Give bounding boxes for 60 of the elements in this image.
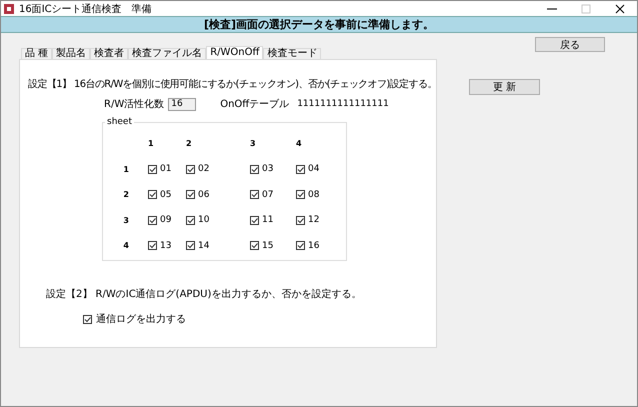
checkbox[interactable] [296,190,305,200]
tab[interactable]: 品 種 [21,48,52,59]
window-title: 16面ICシート通信検査 準備 [19,2,153,16]
checkbox-label: 12 [308,215,320,226]
column-header: 2 [186,139,193,148]
tab[interactable]: R/WOnOff [206,46,264,59]
checkbox-label: 03 [262,164,274,174]
checkbox[interactable] [148,241,157,250]
checkbox[interactable] [148,164,157,174]
checkbox-label: 10 [198,215,210,226]
checkbox-label: 04 [308,164,320,174]
checkbox-label: 05 [160,190,172,200]
checkbox-label: 01 [160,164,172,174]
back-button[interactable]: 戻る [535,37,605,52]
checkbox-label: 16 [308,240,320,251]
row-header: 3 [123,216,129,225]
checkbox-label: 02 [198,164,210,174]
checkbox[interactable] [250,164,259,174]
checkbox-label: 15 [262,240,274,251]
banner: [検査]画面の選択データを事前に準備します。 [1,16,637,33]
checkbox-label: 09 [160,215,172,226]
row-header: 1 [123,164,129,174]
checkbox-label: 07 [262,190,274,200]
column-header: 1 [148,139,155,148]
tab[interactable]: 検査者 [90,48,128,59]
group-title: sheet [106,117,133,127]
checkbox[interactable] [186,241,195,250]
checkbox[interactable] [296,241,305,250]
update-button[interactable]: 更 新 [469,79,540,95]
table-value: 1111111111111111 [297,99,389,109]
checkbox-label: 06 [198,190,210,200]
checkbox-label: 13 [160,240,172,251]
field-label: R/W活性化数 [104,98,164,111]
checkbox[interactable] [148,216,157,225]
setting-description: 設定【1】 16台のR/Wを個別に使用可能にするか(チェックオン)、否か(チェックオフ)設定する。 [28,78,437,91]
tab[interactable]: 製品名 [52,48,90,59]
checkbox[interactable] [250,190,259,200]
checkbox[interactable] [296,216,305,225]
checkbox[interactable] [186,216,195,225]
checkbox[interactable] [250,216,259,225]
checkbox-label: 14 [198,240,210,251]
checkbox[interactable] [148,190,157,200]
checkbox[interactable] [186,190,195,200]
column-header: 4 [296,139,303,148]
tab[interactable]: 検査ファイル名 [128,48,206,59]
checkbox[interactable] [250,241,259,250]
field-label: OnOffテーブル [220,98,290,111]
checkbox-label: 通信ログを出力する [96,312,186,326]
row-header: 4 [123,241,129,250]
checkbox[interactable] [296,164,305,174]
setting-description: 設定【2】 R/WのIC通信ログ(APDU)を出力するか、否かを設定する。 [46,288,362,301]
app-icon [4,4,14,14]
checkbox-label: 11 [262,215,274,226]
input-field[interactable]: 16 [168,98,196,110]
checkbox[interactable] [186,164,195,174]
row-header: 2 [123,190,129,200]
checkbox[interactable] [83,314,92,324]
column-header: 3 [250,139,257,148]
tab[interactable]: 検査モード [263,48,322,59]
checkbox-label: 08 [308,190,320,200]
